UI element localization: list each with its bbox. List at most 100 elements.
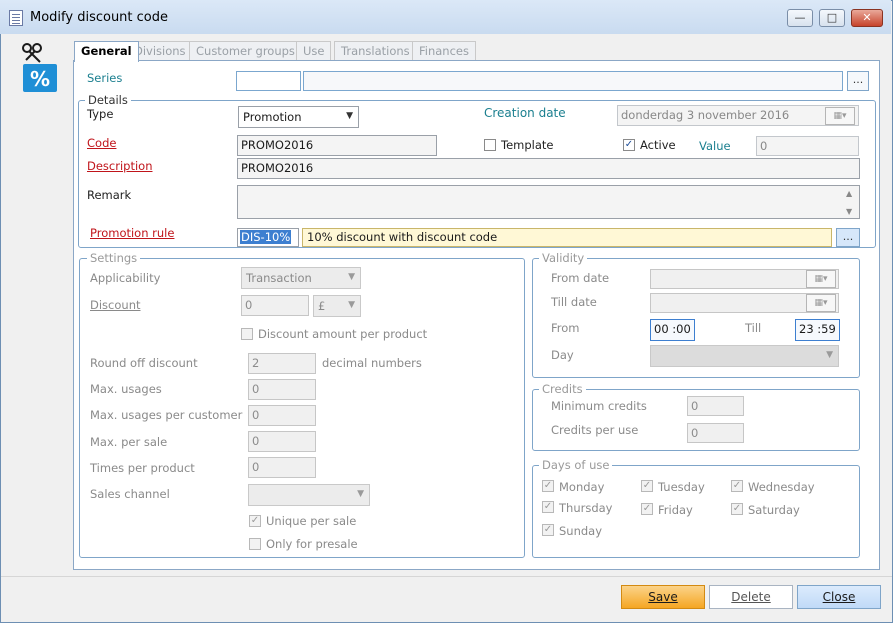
sales-channel-select[interactable]: ▼ [248,484,370,506]
monday-checkbox[interactable] [542,480,554,492]
credits-title: Credits [539,382,586,396]
series-name-field[interactable] [303,71,843,91]
description-label: Description [87,159,153,173]
unique-per-sale-checkbox[interactable] [249,515,261,527]
tab-use[interactable]: Use [296,41,332,61]
chevron-down-icon: ▼ [346,111,353,121]
tuesday-label: Tuesday [658,480,705,494]
day-select[interactable]: ▼ [650,345,839,367]
type-select[interactable]: Promotion ▼ [238,106,359,128]
from-time-input[interactable]: 00 :00 [650,319,695,341]
friday-checkbox[interactable] [641,503,653,515]
series-browse-button[interactable]: ... [847,71,869,91]
promotion-rule-browse-button[interactable]: ... [836,228,860,247]
value-label: Value [699,139,731,153]
decimal-label: decimal numbers [322,356,422,370]
value-field: 0 [756,136,859,156]
credits-per-use-label: Credits per use [551,423,639,437]
promotion-rule-code: DIS-10% [240,230,292,244]
saturday-checkbox[interactable] [731,503,743,515]
discount-input[interactable]: 0 [241,295,309,316]
round-off-label: Round off discount [90,356,198,370]
friday-label: Friday [658,503,693,517]
svg-text:%: % [30,67,50,91]
promotion-rule-description-field[interactable]: 10% discount with discount code [302,228,832,247]
monday-label: Monday [559,480,605,494]
minimum-credits-label: Minimum credits [551,399,647,413]
settings-title: Settings [87,251,141,265]
currency-select[interactable]: £ ▼ [313,295,361,317]
series-code-field[interactable] [236,71,301,91]
sunday-label: Sunday [559,524,603,538]
only-presale-checkbox[interactable] [249,538,261,550]
sales-channel-label: Sales channel [90,487,170,501]
tab-customer-groups[interactable]: Customer groups [189,41,302,61]
tab-translations[interactable]: Translations [334,41,417,61]
active-checkbox[interactable] [623,139,635,151]
minimum-credits-input[interactable]: 0 [687,396,744,416]
promotion-rule-label: Promotion rule [90,226,175,240]
till-time-label: Till [745,321,762,335]
window-title: Modify discount code [30,10,169,25]
description-input[interactable]: PROMO2016 [237,158,860,179]
applicability-select[interactable]: Transaction ▼ [241,267,361,289]
code-input[interactable]: PROMO2016 [237,135,437,156]
max-usages-customer-input[interactable]: 0 [248,405,316,426]
creation-date-label: Creation date [484,106,566,120]
active-label: Active [640,138,676,152]
close-window-button[interactable]: ✕ [851,9,883,27]
minimize-button[interactable]: — [787,9,813,27]
sunday-checkbox[interactable] [542,524,554,536]
delete-button[interactable]: Delete [709,585,793,609]
credits-per-use-input[interactable]: 0 [687,423,744,443]
type-label: Type [87,107,114,121]
tuesday-checkbox[interactable] [641,480,653,492]
scissors-percent-icon: % [22,43,57,92]
applicability-value: Transaction [246,271,312,285]
remark-textarea[interactable] [237,185,860,219]
scroll-up-icon[interactable]: ▲ [846,189,852,198]
template-checkbox[interactable] [484,139,496,151]
calendar-icon[interactable]: ▦▾ [806,294,836,312]
max-usages-customer-label: Max. usages per customer [90,408,243,422]
promotion-rule-code-field[interactable]: DIS-10% [237,228,299,247]
document-icon [9,10,23,26]
currency-value: £ [318,299,326,313]
from-time-label: From [551,321,580,335]
tab-general[interactable]: General [74,41,139,62]
max-usages-input[interactable]: 0 [248,379,316,400]
scroll-down-icon[interactable]: ▼ [846,207,852,216]
from-date-label: From date [551,271,610,285]
max-usages-label: Max. usages [90,382,162,396]
discount-label: Discount [90,298,141,312]
chevron-down-icon: ▼ [348,300,355,310]
thursday-label: Thursday [559,501,613,515]
tab-finances[interactable]: Finances [412,41,476,61]
unique-per-sale-label: Unique per sale [266,514,357,528]
till-date-label: Till date [551,295,597,309]
wednesday-checkbox[interactable] [731,480,743,492]
only-presale-label: Only for presale [266,537,358,551]
maximize-button[interactable]: □ [819,9,845,27]
day-label: Day [551,348,574,362]
max-per-sale-label: Max. per sale [90,435,168,449]
type-value: Promotion [243,110,302,124]
discount-per-product-checkbox[interactable] [241,328,253,340]
chevron-down-icon: ▼ [348,272,355,282]
calendar-icon[interactable]: ▦▾ [806,270,836,288]
max-per-sale-input[interactable]: 0 [248,431,316,452]
thursday-checkbox[interactable] [542,501,554,513]
code-label: Code [87,136,117,150]
details-title: Details [85,93,131,107]
times-per-product-input[interactable]: 0 [248,457,316,478]
validity-title: Validity [539,251,588,265]
saturday-label: Saturday [748,503,800,517]
save-button[interactable]: Save [621,585,705,609]
discount-per-product-label: Discount amount per product [258,327,428,341]
remark-label: Remark [87,188,132,202]
chevron-down-icon: ▼ [826,350,833,360]
round-off-input[interactable]: 2 [248,353,316,374]
times-per-product-label: Times per product [90,461,195,475]
close-button[interactable]: Close [797,585,881,609]
till-time-input[interactable]: 23 :59 [795,319,840,341]
